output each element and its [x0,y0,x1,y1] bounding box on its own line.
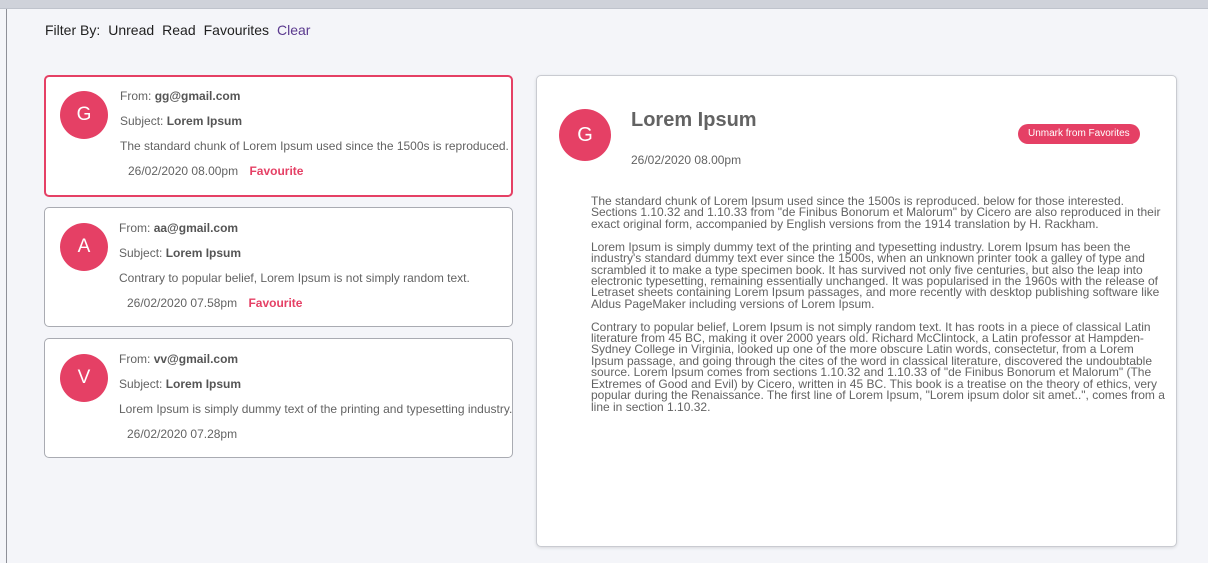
top-bar [0,0,1208,9]
detail-avatar: G [559,109,611,161]
email-date: 26/02/2020 08.00pm [128,164,239,178]
filter-unread[interactable]: Unread [108,22,154,38]
avatar: V [60,354,108,402]
email-subject: Subject: Lorem Ipsum [119,246,242,260]
avatar: G [60,91,108,139]
filter-clear[interactable]: Clear [277,22,310,38]
detail-date: 26/02/2020 08.00pm [631,153,742,167]
email-date: 26/02/2020 07.58pm [127,296,238,310]
email-meta: 26/02/2020 07.58pm Favourite [127,296,302,310]
favourite-badge: Favourite [249,164,304,178]
email-snippet: Lorem Ipsum is simply dummy text of the … [119,402,513,416]
email-from: From: aa@gmail.com [119,221,239,235]
email-detail-pane: G Lorem Ipsum 26/02/2020 08.00pm Unmark … [536,75,1177,547]
filter-label: Filter By: [45,22,101,38]
email-snippet: Contrary to popular belief, Lorem Ipsum … [119,271,470,285]
email-card[interactable]: V From: vv@gmail.com Subject: Lorem Ipsu… [44,338,513,458]
email-card[interactable]: A From: aa@gmail.com Subject: Lorem Ipsu… [44,207,513,327]
detail-paragraph: Lorem Ipsum is simply dummy text of the … [591,239,1160,311]
filter-read[interactable]: Read [162,22,195,38]
email-card[interactable]: G From: gg@gmail.com Subject: Lorem Ipsu… [44,75,513,197]
filter-bar: Filter By: Unread Read Favourites Clear [45,22,310,38]
email-date: 26/02/2020 07.28pm [127,427,238,441]
email-from: From: gg@gmail.com [120,89,241,103]
detail-title: Lorem Ipsum [631,109,757,131]
detail-paragraph: The standard chunk of Lorem Ipsum used s… [591,194,1161,231]
email-subject: Subject: Lorem Ipsum [120,114,243,128]
detail-paragraph: Contrary to popular belief, Lorem Ipsum … [591,319,1165,414]
unmark-favorite-button[interactable]: Unmark from Favorites [1018,124,1140,144]
left-edge [0,9,7,563]
favourite-badge: Favourite [248,296,303,310]
filter-favourites[interactable]: Favourites [204,22,269,38]
avatar: A [60,223,108,271]
email-meta: 26/02/2020 07.28pm [127,427,237,441]
email-from: From: vv@gmail.com [119,352,239,366]
email-subject: Subject: Lorem Ipsum [119,377,242,391]
detail-body: The standard chunk of Lorem Ipsum used s… [591,194,1167,424]
email-meta: 26/02/2020 08.00pm Favourite [128,164,303,178]
email-snippet: The standard chunk of Lorem Ipsum used s… [120,139,509,153]
